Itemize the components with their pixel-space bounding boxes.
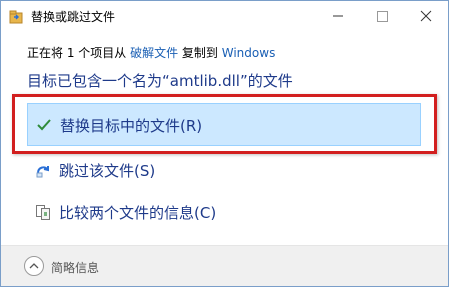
compare-option[interactable]: 比较两个文件的信息(C) (27, 195, 421, 229)
file-copy-icon (9, 9, 23, 24)
checkmark-icon (36, 117, 52, 136)
info-middle: 复制到 (178, 46, 222, 60)
maximize-icon (377, 11, 388, 22)
skip-arrow-icon (35, 162, 51, 182)
minimize-icon (333, 15, 343, 17)
compare-files-icon (35, 204, 51, 224)
chevron-up-icon[interactable] (23, 255, 45, 281)
skip-option-label: 跳过该文件(S) (59, 162, 156, 180)
maximize-button[interactable] (360, 1, 404, 31)
source-folder-link[interactable]: 破解文件 (130, 46, 178, 60)
minimize-button[interactable] (316, 1, 360, 31)
replace-option[interactable]: 替换目标中的文件(R) (27, 103, 421, 146)
fewer-details-toggle[interactable]: 简略信息 (51, 259, 99, 276)
dialog-footer: 简略信息 (1, 246, 448, 286)
info-prefix: 正在将 1 个项目从 (27, 46, 131, 60)
window-title: 替换或跳过文件 (31, 10, 116, 24)
replace-option-label: 替换目标中的文件(R) (60, 117, 203, 135)
conflict-heading: 目标已包含一个名为“amtlib.dll”的文件 (27, 72, 293, 90)
destination-folder-link[interactable]: Windows (222, 46, 276, 60)
copy-conflict-dialog: 替换或跳过文件 正在将 1 个项目从 破解文件 复制到 Windows 目标已包… (0, 0, 449, 287)
copy-info-line: 正在将 1 个项目从 破解文件 复制到 Windows (27, 44, 275, 61)
title-bar[interactable]: 替换或跳过文件 (1, 1, 448, 31)
close-icon (420, 10, 432, 22)
close-button[interactable] (404, 1, 448, 31)
compare-option-label: 比较两个文件的信息(C) (59, 204, 217, 222)
skip-option[interactable]: 跳过该文件(S) (27, 153, 421, 187)
